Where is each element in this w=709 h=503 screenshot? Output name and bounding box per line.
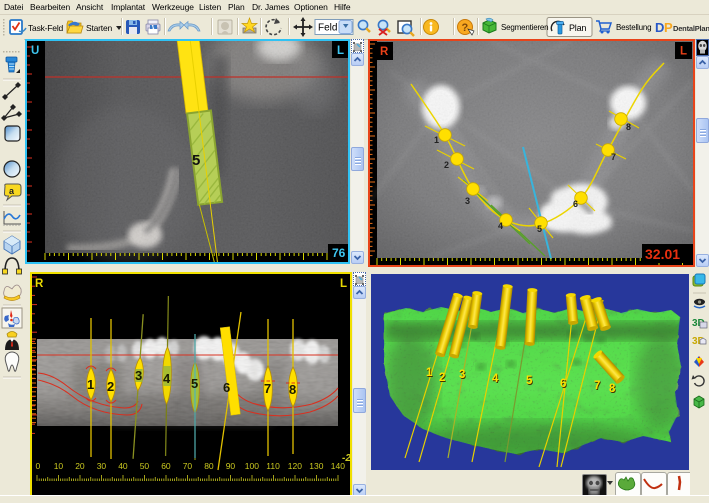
svg-text:7: 7 [264,381,271,396]
svg-text:6: 6 [573,199,578,209]
svg-text:130: 130 [309,461,323,471]
svg-text:1: 1 [426,367,433,379]
svg-text:0: 0 [36,461,41,471]
svg-text:120: 120 [288,461,302,471]
svg-text:80: 80 [204,461,214,471]
svg-text:7: 7 [594,380,600,392]
svg-text:8: 8 [626,122,631,132]
svg-text:4: 4 [498,221,503,231]
svg-text:6: 6 [560,378,566,390]
svg-text:10: 10 [54,461,64,471]
svg-text:8: 8 [289,382,296,397]
svg-text:40: 40 [118,461,128,471]
svg-text:5: 5 [526,375,533,387]
svg-text:P: P [664,20,673,35]
svg-text:3: 3 [135,368,142,383]
svg-text:70: 70 [183,461,193,471]
svg-text:R: R [380,46,389,58]
svg-text:L: L [337,45,344,57]
svg-text:60: 60 [161,461,171,471]
svg-text:4: 4 [163,371,171,386]
svg-text:5: 5 [192,152,200,169]
svg-text:3: 3 [465,196,470,206]
svg-text:?: ? [462,22,469,34]
svg-text:2: 2 [444,160,449,170]
svg-text:Feld: Feld [318,23,337,34]
svg-text:32.01: 32.01 [645,246,680,262]
svg-text:L: L [680,46,687,58]
svg-text:5: 5 [537,224,542,234]
svg-text:2: 2 [439,372,445,384]
svg-text:30: 30 [97,461,107,471]
svg-text:50: 50 [140,461,150,471]
svg-text:110: 110 [266,461,280,471]
svg-text:U: U [31,45,39,57]
svg-text:7: 7 [611,152,616,162]
svg-text:1: 1 [87,377,94,392]
svg-text:R: R [35,278,44,290]
svg-text:-2: -2 [342,453,350,464]
svg-text:20: 20 [75,461,85,471]
svg-text:2: 2 [107,379,114,394]
svg-text:76: 76 [332,246,346,260]
svg-text:6: 6 [223,380,230,395]
svg-text:3: 3 [459,369,465,381]
svg-text:100: 100 [245,461,259,471]
svg-text:5: 5 [191,376,198,391]
svg-text:4: 4 [492,373,499,385]
svg-text:L: L [340,278,347,290]
svg-text:D: D [655,20,664,35]
svg-text:90: 90 [226,461,236,471]
svg-text:8: 8 [609,383,616,395]
svg-text:1: 1 [434,135,439,145]
